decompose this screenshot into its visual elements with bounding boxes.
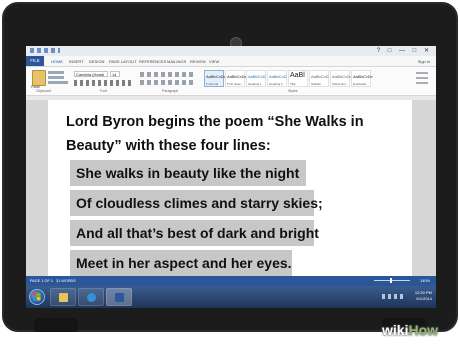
wikihow-watermark: wikiHow (382, 322, 438, 338)
style-name: Heading 2 (269, 82, 283, 86)
ribbon-home: Paste Clipboard Cambria (Headi 14 Font P… (26, 67, 436, 96)
ribbon-tabs: FILE HOME INSERT DESIGN PAGE LAYOUT REFE… (26, 56, 436, 67)
tab-file[interactable]: FILE (26, 56, 44, 66)
style-name: ¶ Normal (206, 82, 219, 86)
style-preview: AaBl (290, 72, 305, 79)
windows-taskbar: 12:20 PM 6/1/2014 (26, 286, 436, 308)
tab-page-layout[interactable]: PAGE LAYOUT (109, 59, 137, 64)
zoom-slider-thumb[interactable] (390, 278, 392, 283)
paste-icon[interactable] (32, 70, 46, 86)
browser-icon (87, 293, 96, 302)
tab-view[interactable]: VIEW (209, 59, 219, 64)
word-icon (115, 293, 124, 302)
style-no-spacing[interactable]: AaBbCcDc ¶ No Spac... (225, 70, 247, 87)
watermark-wiki: wiki (382, 322, 409, 338)
clock-date: 6/1/2014 (416, 296, 432, 301)
tab-references[interactable]: REFERENCES (139, 59, 166, 64)
clock[interactable]: 12:20 PM 6/1/2014 (415, 290, 432, 302)
font-name-select[interactable]: Cambria (Headi (74, 71, 108, 77)
style-name: Emphasis (353, 82, 367, 86)
poem-line-2: Of cloudless climes and starry skies; (76, 195, 323, 211)
folder-icon (59, 293, 68, 302)
copy-button[interactable] (48, 76, 64, 79)
windows-logo-icon (33, 293, 41, 301)
style-normal[interactable]: AaBbCcDc ¶ Normal (204, 70, 226, 87)
tab-design[interactable]: DESIGN (89, 59, 104, 64)
document-area: Lord Byron begins the poem “She Walks in… (26, 100, 436, 276)
watermark-how: How (408, 322, 439, 338)
style-preview: AaBbCcDc (227, 74, 247, 79)
paragraph-list-buttons[interactable] (140, 72, 196, 77)
font-format-buttons[interactable] (74, 80, 134, 86)
zoom-slider[interactable] (374, 280, 410, 281)
tab-review[interactable]: REVIEW (190, 59, 206, 64)
status-bar: PAGE 1 OF 1 31 WORDS 140% (26, 276, 436, 286)
style-heading-2[interactable]: AaBbCcD Heading 2 (267, 70, 287, 87)
word-title-bar: ? □ — □ ✕ (26, 46, 436, 56)
style-name: ¶ No Spac... (227, 82, 244, 86)
taskbar-explorer[interactable] (50, 288, 76, 306)
sign-in-link[interactable]: Sign in (418, 59, 430, 64)
format-painter-button[interactable] (48, 81, 68, 84)
laptop-hinge-left (34, 318, 78, 332)
style-name: Title (290, 82, 296, 86)
style-title[interactable]: AaBl Title (288, 70, 308, 87)
document-page[interactable]: Lord Byron begins the poem “She Walks in… (48, 100, 412, 276)
cut-button[interactable] (48, 71, 64, 74)
group-label-styles: Styles (288, 89, 298, 93)
style-name: Subtle Em... (332, 82, 349, 86)
quick-access-toolbar[interactable] (30, 48, 60, 53)
poem-line-3: And all that’s best of dark and bright (76, 225, 319, 241)
style-subtle-emphasis[interactable]: AaBbCcDc Subtle Em... (330, 70, 352, 87)
style-name: Subtitle (311, 82, 322, 86)
style-preview: AaBbCcD (248, 74, 266, 79)
paragraph-align-buttons[interactable] (140, 80, 196, 85)
window-controls[interactable]: ? □ — □ ✕ (377, 47, 432, 54)
poem-line-1: She walks in beauty like the night (76, 165, 300, 181)
page-count[interactable]: PAGE 1 OF 1 (30, 279, 53, 283)
group-label-font: Font (100, 89, 108, 93)
taskbar-word[interactable] (106, 288, 132, 306)
system-tray-icons[interactable] (382, 294, 406, 299)
style-preview: AaBbCcD (311, 74, 329, 79)
zoom-level[interactable]: 140% (420, 279, 430, 283)
style-heading-1[interactable]: AaBbCcD Heading 1 (246, 70, 266, 87)
intro-paragraph: Lord Byron begins the poem “She Walks in… (66, 114, 364, 154)
editing-group[interactable] (416, 72, 428, 86)
poem-line-4: Meet in her aspect and her eyes. (76, 255, 292, 271)
style-name: Heading 1 (248, 82, 262, 86)
style-preview: AaBbCcD (269, 74, 287, 79)
style-preview: AaBbCcDc (332, 74, 352, 79)
tab-home[interactable]: HOME (51, 59, 63, 64)
style-preview: AaBbCcDc (206, 74, 226, 79)
font-size-select[interactable]: 14 (110, 71, 120, 77)
laptop-screen: ? □ — □ ✕ FILE HOME INSERT DESIGN PAGE L… (26, 46, 436, 308)
group-label-paragraph: Paragraph (162, 89, 179, 93)
tab-insert[interactable]: INSERT (69, 59, 84, 64)
start-button[interactable] (29, 289, 45, 305)
style-preview: AaBbCcDc (353, 74, 373, 79)
tab-mailings[interactable]: MAILINGS (167, 59, 186, 64)
style-emphasis[interactable]: AaBbCcDc Emphasis (351, 70, 373, 87)
taskbar-browser[interactable] (78, 288, 104, 306)
style-subtitle[interactable]: AaBbCcD Subtitle (309, 70, 329, 87)
word-count[interactable]: 31 WORDS (56, 279, 76, 283)
group-label-clipboard: Clipboard (36, 89, 51, 93)
